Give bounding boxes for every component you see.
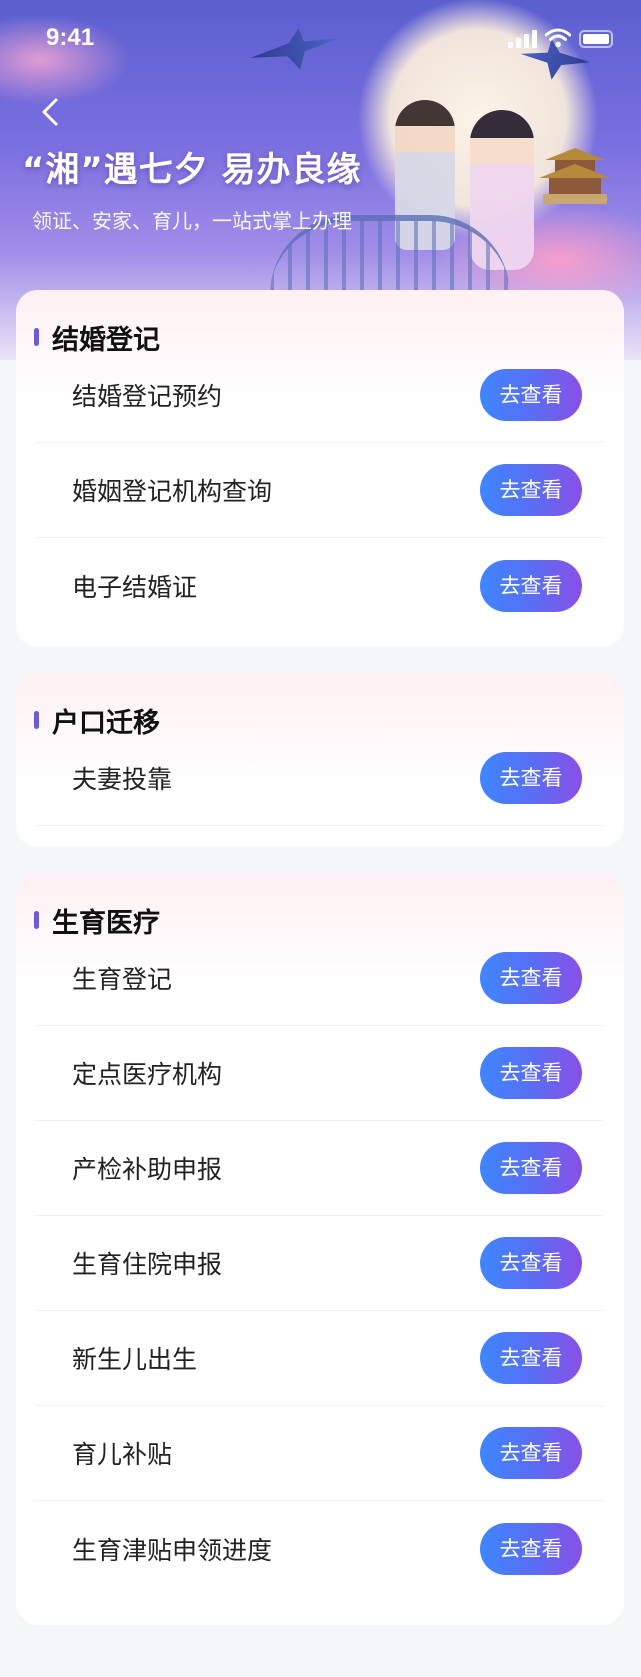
list-item-label: 育儿补贴 (72, 1440, 173, 1469)
cellular-signal-icon (508, 30, 537, 48)
list-item[interactable]: 生育住院申报 去查看 (34, 1216, 604, 1311)
section-card-marriage: 结婚登记 结婚登记预约 去查看 婚姻登记机构查询 去查看 电子结婚证 去查看 (16, 290, 624, 647)
status-time: 9:41 (46, 24, 95, 51)
list-item[interactable]: 生育登记 去查看 (34, 931, 604, 1026)
section-accent-bar (34, 328, 39, 346)
list-item-label: 婚姻登记机构查询 (72, 477, 273, 506)
page-title: “湘”遇七夕 易办良缘 (22, 150, 362, 190)
section-accent-bar (34, 711, 39, 729)
status-bar: 9:41 (0, 0, 641, 80)
list-item-label: 夫妻投靠 (72, 765, 173, 794)
view-button[interactable]: 去查看 (480, 464, 582, 516)
view-button[interactable]: 去查看 (480, 1522, 582, 1575)
list-item[interactable]: 电子结婚证 去查看 (34, 538, 604, 633)
list-item[interactable]: 结婚登记预约 去查看 (34, 348, 604, 443)
page-subtitle: 领证、安家、育儿，一站式掌上办理 (32, 209, 352, 233)
section-header: 生育医疗 (16, 873, 624, 939)
list-item-label: 结婚登记预约 (72, 382, 223, 411)
section-header: 结婚登记 (16, 290, 624, 356)
section-card-household: 户口迁移 夫妻投靠 去查看 (16, 673, 624, 847)
list-item[interactable]: 定点医疗机构 去查看 (34, 1026, 604, 1121)
view-button[interactable]: 去查看 (480, 952, 582, 1004)
list-item-label: 生育住院申报 (72, 1250, 223, 1279)
section-accent-bar (34, 911, 39, 929)
list-item[interactable]: 育儿补贴 去查看 (34, 1406, 604, 1501)
view-button[interactable]: 去查看 (480, 1142, 582, 1194)
view-button[interactable]: 去查看 (480, 1427, 582, 1479)
section-header: 户口迁移 (16, 673, 624, 739)
pagoda-illustration (539, 148, 611, 204)
section-card-maternity: 生育医疗 生育登记 去查看 定点医疗机构 去查看 产检补助申报 去查看 生育住院… (16, 873, 624, 1625)
battery-icon (579, 30, 613, 48)
view-button[interactable]: 去查看 (480, 752, 582, 804)
list-item-label: 电子结婚证 (72, 572, 198, 602)
list-item-label: 产检补助申报 (72, 1155, 223, 1184)
view-button[interactable]: 去查看 (480, 369, 582, 421)
view-button[interactable]: 去查看 (480, 1237, 582, 1289)
list-item-label: 生育登记 (72, 965, 173, 994)
list-item[interactable]: 夫妻投靠 去查看 (34, 731, 604, 826)
view-button[interactable]: 去查看 (480, 559, 582, 612)
list-item[interactable]: 新生儿出生 去查看 (34, 1311, 604, 1406)
list-item[interactable]: 产检补助申报 去查看 (34, 1121, 604, 1216)
back-arrow-icon[interactable] (36, 92, 66, 132)
view-button[interactable]: 去查看 (480, 1332, 582, 1384)
list-item-label: 新生儿出生 (72, 1345, 198, 1374)
wifi-icon (545, 28, 571, 48)
list-item-label: 生育津贴申领进度 (72, 1535, 273, 1565)
list-item-label: 定点医疗机构 (72, 1060, 223, 1089)
list-item[interactable]: 婚姻登记机构查询 去查看 (34, 443, 604, 538)
view-button[interactable]: 去查看 (480, 1047, 582, 1099)
list-item[interactable]: 生育津贴申领进度 去查看 (34, 1501, 604, 1596)
